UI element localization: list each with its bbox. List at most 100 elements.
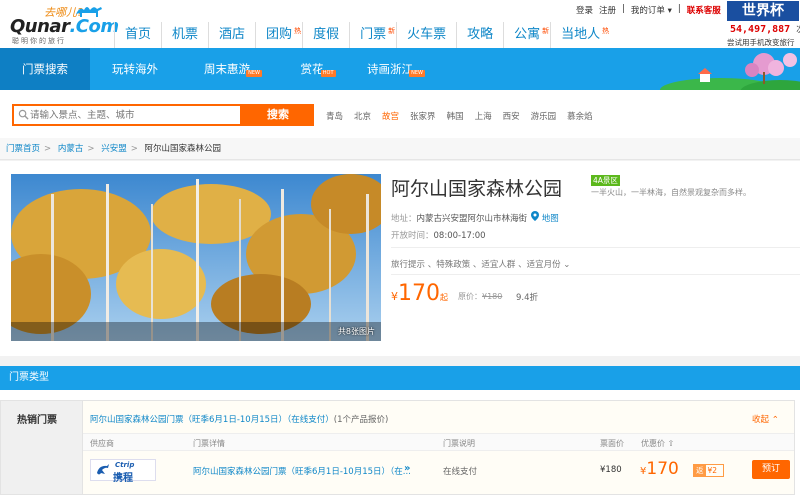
main-nav-item[interactable]: 火车票 xyxy=(396,22,456,48)
cashback-badge: 返 ¥2 xyxy=(693,464,725,477)
nav-badge: 新 xyxy=(542,27,550,35)
logo-slogan: 聪明你的旅行 xyxy=(12,37,66,45)
main-nav-label: 门票 xyxy=(360,27,387,42)
attraction-slogan: 一半火山，一半林海，自然景观复杂而多样。 xyxy=(591,188,751,197)
column-supplier: 供应商 xyxy=(90,439,114,448)
column-price-sort[interactable]: 优惠价 ⇧ xyxy=(641,438,674,449)
sub-nav-label: 玩转海外 xyxy=(112,62,158,76)
ticket-table-header xyxy=(83,433,794,451)
qunar-logo[interactable]: 去哪儿? Qunar.Com 聪明你的旅行 xyxy=(8,2,119,45)
ticket-category: 热销门票 xyxy=(0,400,82,495)
sub-nav-item[interactable]: 周末惠游 NEW xyxy=(182,48,272,90)
main-nav-label: 酒店 xyxy=(219,27,246,42)
ticket-name-link[interactable]: 阿尔山国家森林公园门票（旺季6月1日-10月15日）（在... xyxy=(193,465,411,477)
face-price: ¥180 xyxy=(600,465,622,475)
sub-nav-item[interactable]: 玩转海外 xyxy=(90,48,180,90)
sub-nav-item[interactable]: 门票搜索 xyxy=(0,48,90,90)
sub-nav-item[interactable]: 诗画浙江 NEW xyxy=(350,48,430,90)
search-box xyxy=(12,104,242,126)
chevron-right-icon: > xyxy=(87,144,95,154)
divider xyxy=(391,247,800,248)
hot-destination-link[interactable]: 张家界 xyxy=(410,110,436,122)
breadcrumb-item-province[interactable]: 内蒙古 xyxy=(58,144,84,154)
sub-nav-item[interactable]: 赏花 HOT xyxy=(272,48,352,90)
nav-badge: 热 xyxy=(602,27,610,35)
hot-destination-link[interactable]: 上海 xyxy=(475,110,492,122)
main-nav-label: 攻略 xyxy=(467,27,494,42)
main-nav-item[interactable]: 当地人热 xyxy=(550,22,610,48)
column-face-price: 票面价 xyxy=(600,439,624,448)
lowest-price: ¥170起 xyxy=(391,281,448,306)
collapse-toggle[interactable]: 收起 ⌃ xyxy=(752,413,779,425)
level-badge: 4A景区 xyxy=(591,175,620,186)
payment-type: 在线支付 xyxy=(443,467,478,477)
original-price: 原价：¥180 xyxy=(458,292,503,301)
main-nav-item[interactable]: 门票新 xyxy=(349,22,396,48)
map-pin-icon xyxy=(531,211,539,221)
main-nav-item[interactable]: 公寓新 xyxy=(503,22,550,48)
hot-destination-link[interactable]: 故宫 xyxy=(382,110,399,122)
customer-service-link[interactable]: 联系客服 xyxy=(687,4,721,16)
breadcrumb: 门票首页 > 内蒙古 > 兴安盟 > 阿尔山国家森林公园 xyxy=(0,138,800,160)
discount-rate: 9.4折 xyxy=(516,293,539,303)
hot-destination-link[interactable]: 北京 xyxy=(354,110,371,122)
chevron-right-icon: > xyxy=(44,144,52,154)
hot-destination-link[interactable]: 西安 xyxy=(503,110,520,122)
map-link[interactable]: 地图 xyxy=(531,211,559,224)
main-nav-label: 机票 xyxy=(172,27,199,42)
logo-brand: Qunar.Com xyxy=(10,16,119,37)
divider: | xyxy=(622,4,625,14)
main-nav-label: 首页 xyxy=(125,27,152,42)
opening-hours: 开放时间：08:00-17:00 xyxy=(391,231,486,241)
book-button[interactable]: 预订 xyxy=(752,460,790,479)
top-links: 登录 注册 | 我的订单 ▾ | 联系客服 xyxy=(576,4,721,16)
ticket-group-title[interactable]: 阿尔山国家森林公园门票（旺季6月1日-10月15日）（在线支付）(1个产品报价) xyxy=(90,413,388,425)
photo-count[interactable]: 共8张图片 xyxy=(338,326,375,337)
forest-image xyxy=(11,174,381,341)
ctrip-supplier-logo[interactable]: Ctrip 携程 xyxy=(90,459,156,484)
worldcup-subtitle: 尝试用手机改变旅行 xyxy=(727,38,795,47)
main-nav-item[interactable]: 酒店 xyxy=(208,22,255,48)
divider xyxy=(391,274,800,275)
attraction-photo[interactable]: 共8张图片 xyxy=(11,174,381,341)
my-orders-link[interactable]: 我的订单 ▾ xyxy=(631,4,672,16)
hot-destination-link[interactable]: 韩国 xyxy=(447,110,464,122)
breadcrumb-item-home[interactable]: 门票首页 xyxy=(6,144,40,154)
nav-badge: 热 xyxy=(294,27,302,35)
more-arrow-icon[interactable]: » xyxy=(404,463,410,474)
scenery-illustration xyxy=(660,48,800,90)
search-input[interactable] xyxy=(30,106,238,124)
main-nav-item[interactable]: 团购热 xyxy=(255,22,302,48)
chevron-right-icon: > xyxy=(130,144,138,154)
main-nav-label: 火车票 xyxy=(407,27,447,42)
sub-nav-badge: NEW xyxy=(409,70,425,77)
breadcrumb-item-city[interactable]: 兴安盟 xyxy=(101,144,127,154)
sub-nav-badge: NEW xyxy=(246,70,262,77)
column-description: 门票说明 xyxy=(443,439,475,448)
main-nav-label: 公寓 xyxy=(514,27,541,42)
hot-destinations: 青岛 北京 故宫 张家界 韩国 上海 西安 游乐园 慕余焰 xyxy=(326,110,604,122)
hot-destination-link[interactable]: 青岛 xyxy=(326,110,343,122)
login-link[interactable]: 登录 xyxy=(576,4,593,16)
discount-price: ¥170 xyxy=(640,459,679,479)
sub-nav-badge: HOT xyxy=(320,70,336,77)
sub-nav-label: 周末惠游 xyxy=(204,62,250,76)
hot-destination-link[interactable]: 游乐园 xyxy=(531,110,557,122)
main-nav-item[interactable]: 攻略 xyxy=(456,22,503,48)
nav-badge: 新 xyxy=(388,27,396,35)
column-detail: 门票详情 xyxy=(193,439,225,448)
travel-tips-toggle[interactable]: 旅行提示 、特殊政策 、适宜人群 、适宜月份 ⌄ xyxy=(391,258,570,270)
attraction-address: 地址：内蒙古兴安盟阿尔山市林海街 xyxy=(391,214,528,224)
worldcup-banner[interactable]: 世界杯 xyxy=(727,1,799,21)
search-button[interactable]: 搜索 xyxy=(242,104,314,126)
ctrip-dolphin-icon xyxy=(97,464,109,475)
main-nav-item[interactable]: 度假 xyxy=(302,22,349,48)
main-nav-item[interactable]: 机票 xyxy=(161,22,208,48)
main-nav-item[interactable]: 首页 xyxy=(114,22,161,48)
hot-destination-link[interactable]: 慕余焰 xyxy=(567,110,593,122)
worldcup-counter: 54,497,887 次 xyxy=(730,24,800,35)
sub-nav-label: 门票搜索 xyxy=(22,62,68,76)
attraction-title: 阿尔山国家森林公园 xyxy=(391,178,563,200)
register-link[interactable]: 注册 xyxy=(599,4,616,16)
main-nav-label: 度假 xyxy=(313,27,340,42)
